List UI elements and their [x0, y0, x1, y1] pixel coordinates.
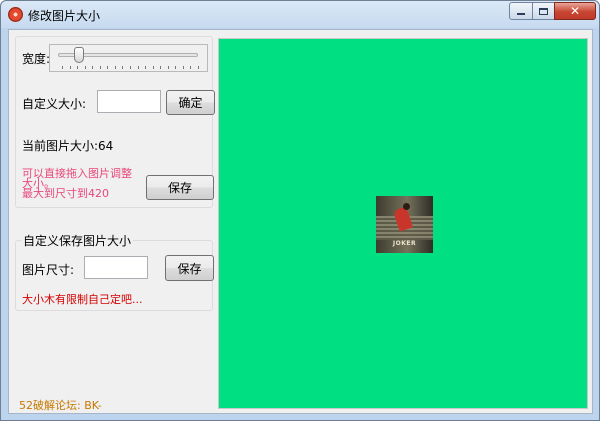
slider-tick	[137, 66, 139, 69]
slider-thumb[interactable]	[74, 47, 84, 63]
slider-tick	[69, 66, 71, 69]
current-size-label: 当前图片大小:64	[22, 137, 113, 154]
slider-tick	[152, 66, 154, 69]
minimize-icon	[517, 13, 525, 15]
close-icon: ✕	[569, 4, 581, 18]
slider-tick	[160, 66, 162, 69]
slider-tick	[145, 66, 147, 69]
slider-tick	[182, 66, 184, 69]
save-button[interactable]: 保存	[146, 175, 214, 200]
size-note: 大小木有限制自己定吧...	[22, 293, 143, 306]
maximize-icon	[539, 7, 548, 15]
slider-tick	[122, 66, 124, 69]
custom-size-label: 自定义大小:	[22, 97, 87, 111]
title-bar[interactable]: 修改图片大小 ✕	[1, 1, 599, 28]
client-area: 宽度: 自定义大小: 确定 当前图片大小:64 可以直接拖入图片调整大小。 最大…	[8, 29, 593, 414]
custom-save-group-title: 自定义保存图片大小	[21, 232, 134, 249]
drag-hint: 可以直接拖入图片调整大小。 最大到尺寸到420	[22, 167, 138, 200]
poster-title: JOKER	[392, 240, 417, 247]
credit-text: 52破解论坛: BK-	[19, 399, 102, 412]
maximize-button[interactable]	[532, 2, 555, 20]
slider-tick	[198, 66, 199, 69]
slider-tick	[84, 66, 86, 69]
slider-tick	[77, 66, 79, 69]
custom-save-group: 图片尺寸: 保存 大小木有限制自己定吧...	[15, 240, 214, 311]
image-preview[interactable]: JOKER	[376, 196, 433, 253]
slider-tick	[92, 66, 94, 69]
close-button[interactable]: ✕	[554, 2, 596, 20]
slider-tick	[62, 66, 63, 69]
slider-ticks	[62, 66, 199, 70]
width-slider[interactable]	[49, 44, 208, 72]
image-drop-canvas[interactable]: JOKER	[218, 38, 588, 409]
image-size-label: 图片尺寸:	[22, 263, 75, 277]
slider-tick	[107, 66, 109, 69]
drag-hint-line2: 最大到尺寸到420	[22, 187, 109, 200]
slider-tick	[130, 66, 131, 69]
custom-save-button[interactable]: 保存	[165, 255, 214, 281]
drag-hint-line1: 可以直接拖入图片调整大小。	[22, 167, 132, 190]
image-size-input[interactable]	[84, 256, 148, 279]
slider-tick	[99, 66, 101, 69]
poster-head	[403, 203, 410, 210]
current-size-caption: 当前图片大小:	[22, 139, 99, 153]
app-window: 修改图片大小 ✕ 宽度: 自定义大小: 确定 当前图片大小:64 可以直接拖入图…	[0, 0, 600, 421]
current-size-value: 64	[98, 139, 114, 153]
slider-tick	[175, 66, 177, 69]
custom-size-input[interactable]	[97, 90, 161, 113]
window-title: 修改图片大小	[28, 9, 101, 23]
width-label: 宽度:	[22, 52, 51, 66]
slider-tick	[190, 66, 192, 69]
minimize-button[interactable]	[509, 2, 533, 20]
slider-tick	[114, 66, 116, 69]
app-icon[interactable]	[8, 7, 23, 22]
slider-tick	[167, 66, 169, 69]
confirm-button[interactable]: 确定	[166, 90, 215, 115]
resize-panel: 宽度: 自定义大小: 确定 当前图片大小:64 可以直接拖入图片调整大小。 最大…	[15, 36, 215, 208]
